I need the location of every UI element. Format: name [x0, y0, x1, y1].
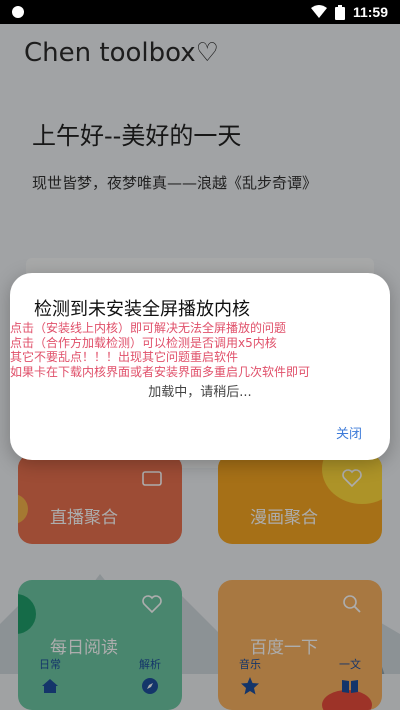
wifi-icon: [310, 5, 327, 18]
battery-icon: [334, 4, 345, 20]
dialog-message: 如果卡在下载内核界面或者安装界面多重启几次软件即可: [10, 364, 311, 379]
status-time: 11:59: [352, 4, 388, 20]
loading-text: 加载中，请稍后...: [148, 385, 252, 400]
dialog-message: 其它不要乱点！！！出现其它问题重启软件: [10, 350, 239, 364]
status-bar: 11:59: [0, 0, 400, 24]
dialog-messages: 点击（安装线上内核）即可解决无法全屏播放的问题 点击（合作方加载检测）可以检测是…: [10, 321, 390, 400]
install-kernel-dialog: 检测到未安装全屏播放内核 点击（安装线上内核）即可解决无法全屏播放的问题 点击（…: [10, 273, 390, 460]
close-button[interactable]: 关闭: [336, 423, 362, 442]
dialog-message: 点击（合作方加载检测）可以检测是否调用x5内核: [10, 335, 277, 350]
dialog-title: 检测到未安装全屏播放内核: [34, 299, 250, 320]
circle-icon: [12, 6, 24, 18]
dialog-message: 点击（安装线上内核）即可解决无法全屏播放的问题: [10, 321, 287, 335]
